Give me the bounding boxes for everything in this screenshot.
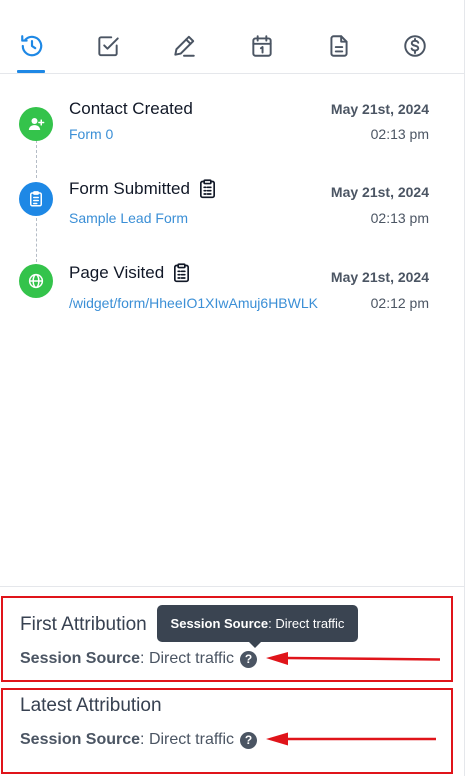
event-link[interactable]: Form 0 [69,126,113,142]
pencil-icon [174,35,195,57]
tab-activity[interactable] [16,30,48,62]
event-title: Contact Created [69,99,193,118]
red-arrow-annotation [266,732,436,746]
session-source-label: Session Source [20,650,141,667]
calendar-icon [252,35,272,57]
tooltip-key: Session Source [170,616,269,631]
first-attribution-heading: First Attribution [20,614,147,635]
add-user-icon [28,118,45,130]
timeline-event: Form Submitted Sample Lead Form May 21st… [0,178,465,238]
red-arrow-annotation [266,652,440,666]
event-date: May 21st, 2024 [330,101,429,117]
event-time: 02:13 pm [370,126,429,142]
latest-attribution-box: Latest Attribution Session Source : Dire… [1,688,453,774]
event-link[interactable]: /widget/form/HheeIO1XIwAmuj6HBWLK [69,295,318,311]
history-clock-icon [21,35,43,57]
event-date: May 21st, 2024 [330,184,429,200]
clipboard-list-icon [30,191,42,207]
help-icon[interactable]: ? [240,731,257,749]
tab-tasks[interactable] [92,30,124,62]
event-date: May 21st, 2024 [330,269,429,285]
session-source-tooltip: Session Source: Direct traffic [157,605,358,648]
session-source-value: : Direct traffic [140,731,234,748]
checkbox-icon [98,36,119,57]
timeline-event: Page Visited /widget/form/HheeIO1XIwAmuj… [0,262,465,322]
tab-payments[interactable] [399,30,431,62]
tab-notes[interactable] [168,30,200,62]
session-source-label: Session Source [20,731,141,748]
event-time: 02:12 pm [370,295,429,311]
latest-attribution-session-source: Session Source : Direct traffic ? [20,731,257,749]
active-tab-indicator [17,70,45,73]
tab-documents[interactable] [323,30,355,62]
clipboard-icon[interactable] [173,263,190,283]
event-dot [19,107,53,141]
event-dot [19,264,53,298]
event-link[interactable]: Sample Lead Form [69,210,188,226]
event-title: Page Visited [69,263,190,283]
event-dot [19,182,53,216]
event-title: Form Submitted [69,179,216,199]
tab-appointments[interactable] [246,30,278,62]
globe-icon [28,273,44,289]
dollar-circle-icon [404,35,426,57]
document-icon [330,35,348,57]
timeline-event: Contact Created Form 0 May 21st, 2024 02… [0,96,465,156]
latest-attribution-heading: Latest Attribution [20,695,162,716]
session-source-value: : Direct traffic [140,650,234,667]
contact-activity-panel: Contact Created Form 0 May 21st, 2024 02… [0,0,465,776]
event-time: 02:13 pm [370,210,429,226]
tooltip-value: : Direct traffic [268,616,345,631]
help-icon[interactable]: ? [240,650,257,668]
activity-tabs [0,0,465,74]
section-divider [0,586,465,587]
clipboard-icon[interactable] [199,179,216,199]
first-attribution-session-source: Session Source : Direct traffic ? [20,650,257,668]
